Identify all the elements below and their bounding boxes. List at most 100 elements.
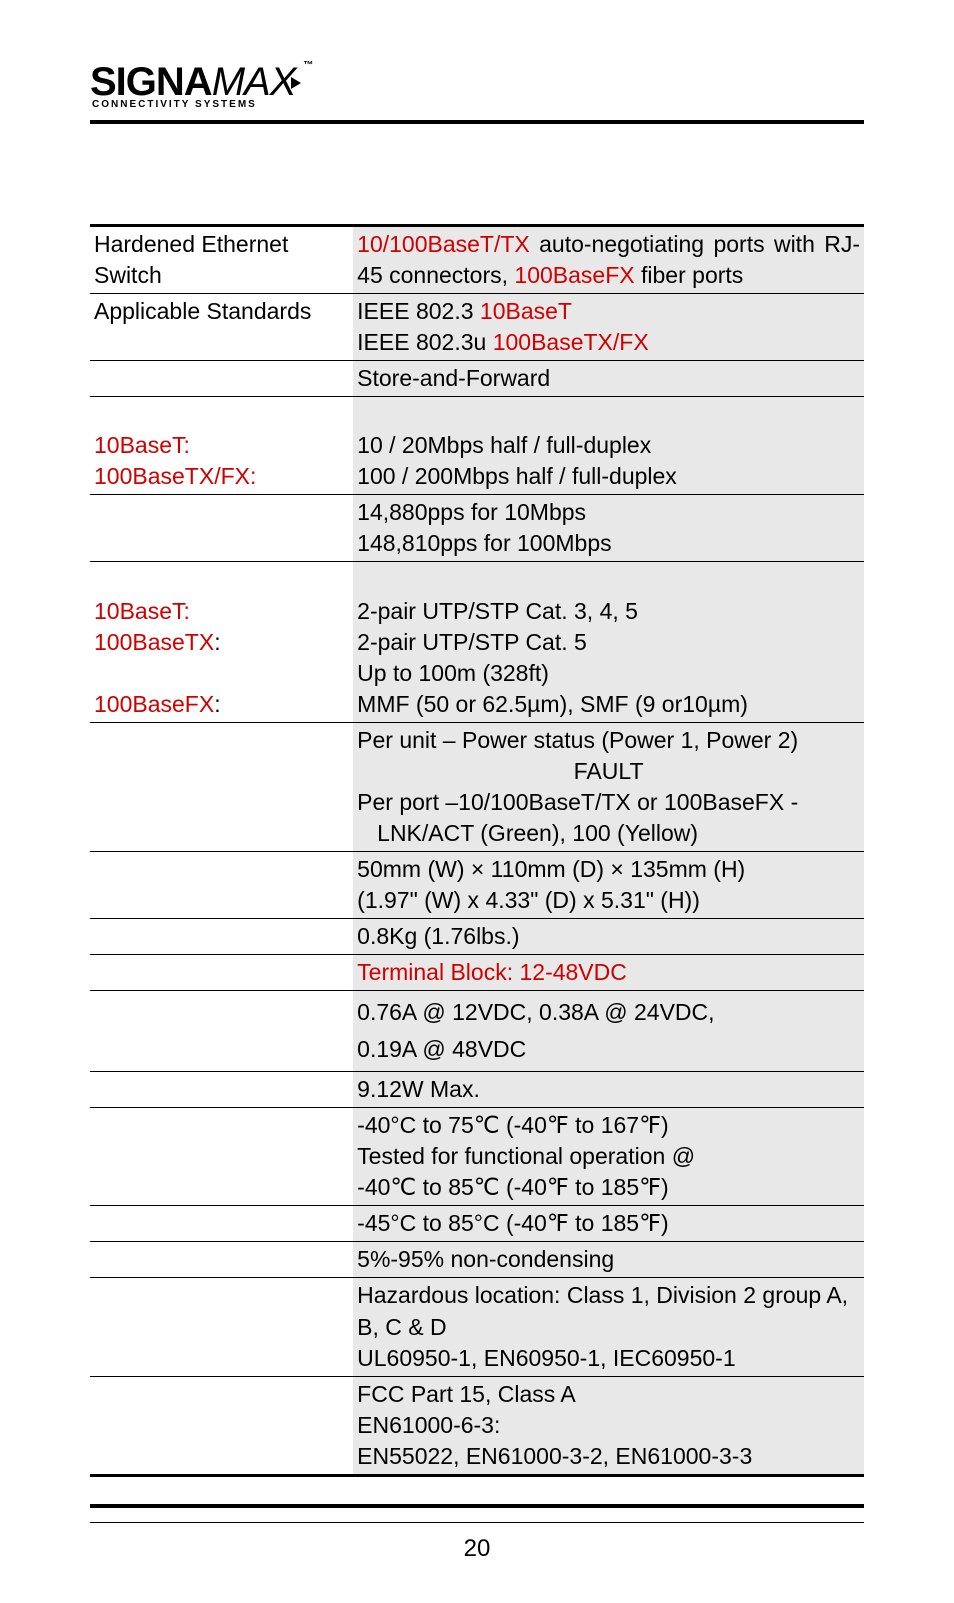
text: LNK/ACT (Green), 100 (Yellow): [357, 820, 698, 846]
text: (1.97" (W) x 4.33" (D) x 5.31" (H)): [357, 887, 700, 913]
row-value: -45°C to 85°C (-40℉ to 185℉): [353, 1206, 864, 1242]
text: 100 / 200Mbps half / full-duplex: [357, 463, 677, 489]
row-value: 10/100BaseT/TX auto-negotiating ports wi…: [353, 226, 864, 294]
row-value: FCC Part 15, Class A EN61000-6-3: EN5502…: [353, 1376, 864, 1475]
table-row: Hazardous location: Class 1, Division 2 …: [90, 1278, 864, 1376]
text: -40°C to 75℃ (-40℉ to 167℉): [357, 1112, 669, 1138]
text-red: 100BaseFX: [514, 262, 634, 288]
spec-table: Hardened Ethernet Switch 10/100BaseT/TX …: [90, 224, 864, 1477]
text: EN61000-6-3:: [357, 1412, 500, 1438]
row-value: 0.8Kg (1.76lbs.): [353, 918, 864, 954]
row-value: 2-pair UTP/STP Cat. 3, 4, 5 2-pair UTP/S…: [353, 562, 864, 722]
table-row: 0.8Kg (1.76lbs.): [90, 918, 864, 954]
text: Tested for functional operation @: [357, 1143, 695, 1169]
text: 148,810pps for 100Mbps: [357, 530, 611, 556]
table-row: 9.12W Max.: [90, 1072, 864, 1108]
text: MMF (50 or 62.5µm), SMF (9 or10µm): [357, 691, 748, 717]
row-label: 10BaseT: 100BaseTX/FX:: [90, 397, 353, 495]
table-row: Applicable Standards IEEE 802.3 10BaseT …: [90, 294, 864, 361]
page-number: 20: [0, 1535, 954, 1563]
text: 50mm (W) × 110mm (D) × 135mm (H): [357, 856, 745, 882]
row-label-empty: [90, 722, 353, 851]
text-red: 100BaseTX/FX:: [94, 463, 256, 489]
text: 2-pair UTP/STP Cat. 3, 4, 5: [357, 598, 638, 624]
text: IEEE 802.3: [357, 298, 480, 324]
text: UL60950-1, EN60950-1, IEC60950-1: [357, 1345, 735, 1371]
text: 0.76A @ 12VDC, 0.38A @ 24VDC,: [357, 999, 714, 1025]
text: -40℃ to 85℃ (-40℉ to 185℉): [357, 1174, 669, 1200]
row-label-empty: [90, 1278, 353, 1376]
row-label-empty: [90, 1376, 353, 1475]
text-red: 100BaseFX: [94, 691, 214, 717]
table-row: -45°C to 85°C (-40℉ to 185℉): [90, 1206, 864, 1242]
row-label-empty: [90, 1108, 353, 1206]
table-row: 0.76A @ 12VDC, 0.38A @ 24VDC, 0.19A @ 48…: [90, 991, 864, 1072]
text: FAULT: [357, 756, 860, 787]
row-value: 5%-95% non-condensing: [353, 1242, 864, 1278]
row-value: Hazardous location: Class 1, Division 2 …: [353, 1278, 864, 1376]
text: :: [214, 691, 220, 717]
row-value: 50mm (W) × 110mm (D) × 135mm (H) (1.97" …: [353, 851, 864, 918]
table-row: Store-and-Forward: [90, 361, 864, 397]
text: 14,880pps for 10Mbps: [357, 499, 586, 525]
row-label: Hardened Ethernet Switch: [90, 226, 353, 294]
text: IEEE 802.3u: [357, 329, 493, 355]
text-red: Terminal Block: 12-48VDC: [357, 959, 627, 985]
header-divider: [90, 120, 864, 124]
text: 10 / 20Mbps half / full-duplex: [357, 432, 651, 458]
text-red: 10/100BaseT/TX: [357, 231, 530, 257]
row-label-empty: [90, 991, 353, 1072]
brand-logo: SIGNAMAX™ CONNECTIVITY SYSTEMS: [90, 60, 312, 110]
arrow-icon: [291, 77, 301, 89]
row-label-empty: [90, 918, 353, 954]
table-row: 10BaseT: 100BaseTX/FX: 10 / 20Mbps half …: [90, 397, 864, 495]
row-value: Store-and-Forward: [353, 361, 864, 397]
thin-rule: [90, 1522, 864, 1524]
row-value: -40°C to 75℃ (-40℉ to 167℉) Tested for f…: [353, 1108, 864, 1206]
text: fiber ports: [635, 262, 744, 288]
text-red: 10BaseT: [480, 298, 572, 324]
text: Up to 100m (328ft): [357, 660, 549, 686]
table-row: 10BaseT: 100BaseTX: 100BaseFX: 2-pair UT…: [90, 562, 864, 722]
table-row: 5%-95% non-condensing: [90, 1242, 864, 1278]
row-label-empty: [90, 1072, 353, 1108]
table-row: 50mm (W) × 110mm (D) × 135mm (H) (1.97" …: [90, 851, 864, 918]
table-row: 14,880pps for 10Mbps 148,810pps for 100M…: [90, 495, 864, 562]
row-value: 9.12W Max.: [353, 1072, 864, 1108]
text: Per port –10/100BaseT/TX or 100BaseFX -: [357, 789, 798, 815]
table-row: Per unit – Power status (Power 1, Power …: [90, 722, 864, 851]
row-value: 0.76A @ 12VDC, 0.38A @ 24VDC, 0.19A @ 48…: [353, 991, 864, 1072]
row-value: Terminal Block: 12-48VDC: [353, 955, 864, 991]
row-label: Applicable Standards: [90, 294, 353, 361]
text-red: 10BaseT:: [94, 598, 190, 624]
row-label-empty: [90, 495, 353, 562]
row-value: IEEE 802.3 10BaseT IEEE 802.3u 100BaseTX…: [353, 294, 864, 361]
trademark: ™: [303, 60, 312, 71]
table-row: Hardened Ethernet Switch 10/100BaseT/TX …: [90, 226, 864, 294]
page-header: SIGNAMAX™ CONNECTIVITY SYSTEMS: [90, 60, 864, 112]
row-label-empty: [90, 851, 353, 918]
text: 2-pair UTP/STP Cat. 5: [357, 629, 587, 655]
row-value: 10 / 20Mbps half / full-duplex 100 / 200…: [353, 397, 864, 495]
thick-rule: [90, 1504, 864, 1508]
row-label-empty: [90, 1242, 353, 1278]
row-label: 10BaseT: 100BaseTX: 100BaseFX:: [90, 562, 353, 722]
text-red: 10BaseT:: [94, 432, 190, 458]
text: 0.19A @ 48VDC: [357, 1034, 526, 1065]
text-red: 100BaseTX/FX: [493, 329, 649, 355]
text: FCC Part 15, Class A: [357, 1381, 576, 1407]
row-label-empty: [90, 1206, 353, 1242]
row-label-empty: [90, 955, 353, 991]
text-red: 100BaseTX: [94, 629, 214, 655]
text: Hazardous location: Class 1, Division 2 …: [357, 1282, 848, 1339]
table-row: FCC Part 15, Class A EN61000-6-3: EN5502…: [90, 1376, 864, 1475]
text: Per unit – Power status (Power 1, Power …: [357, 727, 798, 753]
row-label-empty: [90, 361, 353, 397]
logo-bold: SIGNA: [90, 60, 212, 104]
text: :: [214, 629, 220, 655]
footer-divider: [90, 1504, 864, 1524]
row-value: 14,880pps for 10Mbps 148,810pps for 100M…: [353, 495, 864, 562]
logo-thin: MAX: [212, 60, 296, 104]
row-value: Per unit – Power status (Power 1, Power …: [353, 722, 864, 851]
table-row: -40°C to 75℃ (-40℉ to 167℉) Tested for f…: [90, 1108, 864, 1206]
